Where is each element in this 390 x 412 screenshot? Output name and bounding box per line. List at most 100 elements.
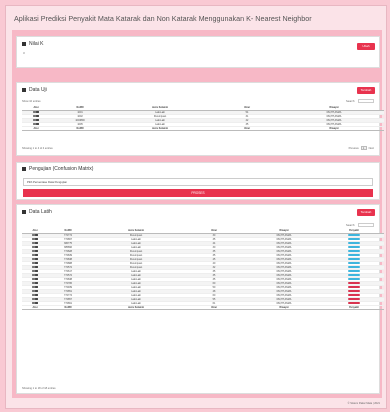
edit-icon[interactable] xyxy=(32,118,36,122)
data-uji-info: Showing 1 to 4 of 4 entries xyxy=(22,147,53,150)
delete-icon[interactable] xyxy=(35,233,39,237)
data-uji-panel: Data Uji Tambah Show 10 entries Search: … xyxy=(16,82,384,156)
delete-icon[interactable] xyxy=(35,289,39,293)
table-icon xyxy=(22,209,26,214)
edit-icon[interactable] xyxy=(31,281,35,285)
column-header: Aksi xyxy=(22,126,50,131)
column-header: NoRM xyxy=(50,126,110,131)
delete-icon[interactable] xyxy=(35,281,39,285)
show-entries[interactable]: Show 10 entries xyxy=(22,100,41,103)
edit-icon[interactable] xyxy=(31,249,35,253)
delete-icon[interactable] xyxy=(35,261,39,265)
column-header: Riwayat xyxy=(284,126,384,131)
penyakit-badge xyxy=(348,277,360,281)
edit-icon[interactable] xyxy=(31,245,35,249)
persentase-select[interactable]: Pilih Persentase Data Pengujian xyxy=(23,178,373,186)
data-latih-panel: Data Latih Tambah Search: Aksi NoRM Jenis … xyxy=(16,204,384,394)
delete-icon[interactable] xyxy=(35,253,39,257)
delete-icon[interactable] xyxy=(36,118,40,122)
penyakit-badge xyxy=(348,233,360,237)
column-header: Jenis Kelamin xyxy=(88,305,184,310)
penyakit-badge xyxy=(348,297,360,301)
next-button[interactable]: Next xyxy=(369,147,374,150)
edit-icon[interactable] xyxy=(31,233,35,237)
nilai-k-panel: Nilai K 3 Ubah xyxy=(16,36,380,68)
edit-icon[interactable] xyxy=(31,273,35,277)
delete-icon[interactable] xyxy=(35,285,39,289)
delete-icon[interactable] xyxy=(36,110,40,114)
edit-icon[interactable] xyxy=(31,297,35,301)
edit-icon[interactable] xyxy=(31,237,35,241)
pengujian-panel: Pengujian (Confusion Matrix) Pilih Perse… xyxy=(16,162,380,200)
data-latih-header: Data Latih xyxy=(22,209,52,215)
tambah-data-uji-button[interactable]: Tambah xyxy=(357,87,375,94)
edit-icon[interactable] xyxy=(31,261,35,265)
edit-icon[interactable] xyxy=(31,277,35,281)
penyakit-badge xyxy=(348,265,360,269)
edit-icon[interactable] xyxy=(31,285,35,289)
penyakit-badge xyxy=(348,245,360,249)
data-latih-info: Showing 1 to 18 of 18 entries xyxy=(22,387,56,390)
edit-icon[interactable] xyxy=(32,114,36,118)
penyakit-badge xyxy=(348,293,360,297)
data-latih-table: Aksi NoRM Jenis Kelamin Umur Riwayat Penyakit… xyxy=(22,229,384,310)
column-header: Riwayat xyxy=(244,305,324,310)
table-icon xyxy=(22,87,26,92)
column-header: NoRM xyxy=(48,305,88,310)
column-header: Jenis Kelamin xyxy=(110,126,210,131)
column-header: Umur xyxy=(184,305,244,310)
delete-icon[interactable] xyxy=(35,257,39,261)
delete-icon[interactable] xyxy=(35,241,39,245)
edit-icon[interactable] xyxy=(31,289,35,293)
page: Aplikasi Prediksi Penyakit Mata Katarak … xyxy=(5,5,387,409)
edit-icon[interactable] xyxy=(31,241,35,245)
edit-icon[interactable] xyxy=(32,110,36,114)
data-uji-header: Data Uji xyxy=(22,87,47,93)
column-header: Aksi xyxy=(22,305,48,310)
edit-icon[interactable] xyxy=(31,269,35,273)
ubah-nilai-k-button[interactable]: Ubah xyxy=(357,43,375,50)
proses-button[interactable]: PROSES xyxy=(23,189,373,197)
delete-icon[interactable] xyxy=(36,122,40,126)
pengujian-header: Pengujian (Confusion Matrix) xyxy=(22,166,93,172)
tambah-data-latih-button[interactable]: Tambah xyxy=(357,209,375,216)
data-uji-search-input[interactable] xyxy=(358,99,374,103)
edit-icon[interactable] xyxy=(31,253,35,257)
edit-icon[interactable] xyxy=(31,265,35,269)
delete-icon[interactable] xyxy=(35,277,39,281)
penyakit-badge xyxy=(348,257,360,261)
penyakit-badge xyxy=(348,301,360,305)
column-header: Umur xyxy=(210,126,284,131)
data-latih-search-input[interactable] xyxy=(358,223,374,227)
previous-button[interactable]: Previous xyxy=(349,147,359,150)
column-header: Penyakit xyxy=(324,305,384,310)
penyakit-badge xyxy=(348,285,360,289)
penyakit-badge xyxy=(348,269,360,273)
data-uji-pagination: Previous 1 Next xyxy=(349,146,374,150)
edit-icon[interactable] xyxy=(31,301,35,305)
delete-icon[interactable] xyxy=(35,273,39,277)
delete-icon[interactable] xyxy=(35,245,39,249)
delete-icon[interactable] xyxy=(35,237,39,241)
delete-icon[interactable] xyxy=(35,297,39,301)
nilai-k-value: 3 xyxy=(23,51,25,55)
delete-icon[interactable] xyxy=(35,301,39,305)
table-icon xyxy=(22,166,26,171)
data-latih-search-label: Search: xyxy=(346,224,355,227)
edit-icon[interactable] xyxy=(31,257,35,261)
penyakit-badge xyxy=(348,237,360,241)
delete-icon[interactable] xyxy=(35,249,39,253)
penyakit-badge xyxy=(348,241,360,245)
penyakit-badge xyxy=(348,253,360,257)
data-uji-search-label: Search: xyxy=(346,100,355,103)
penyakit-badge xyxy=(348,273,360,277)
delete-icon[interactable] xyxy=(35,293,39,297)
penyakit-badge xyxy=(348,281,360,285)
delete-icon[interactable] xyxy=(36,114,40,118)
page-1-button[interactable]: 1 xyxy=(360,146,367,150)
edit-icon[interactable] xyxy=(31,293,35,297)
delete-icon[interactable] xyxy=(35,269,39,273)
delete-icon[interactable] xyxy=(35,265,39,269)
edit-icon[interactable] xyxy=(32,122,36,126)
table-icon xyxy=(22,41,26,46)
